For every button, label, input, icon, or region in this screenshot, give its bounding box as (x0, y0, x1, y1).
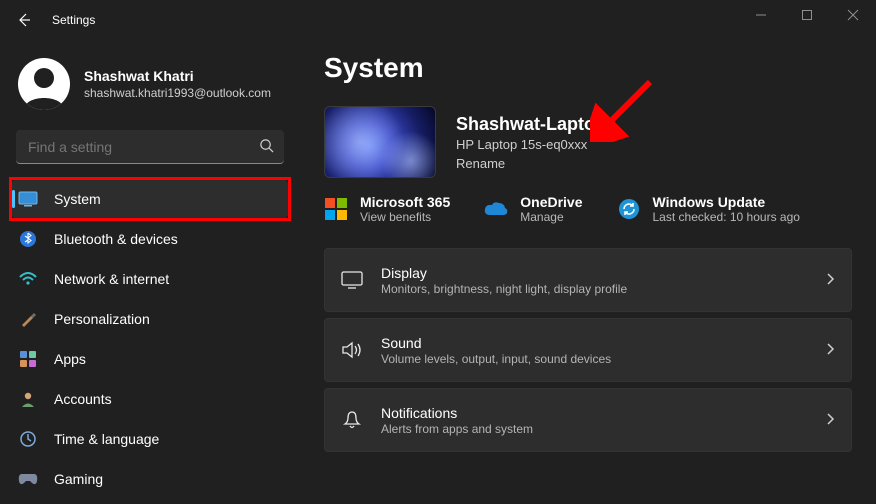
card-title: Sound (381, 335, 807, 351)
window-controls (738, 0, 876, 30)
notifications-icon (341, 409, 363, 431)
card-title: Display (381, 265, 807, 281)
sidebar-item-label: System (54, 191, 101, 207)
service-title: OneDrive (520, 194, 582, 210)
sidebar-item-label: Accounts (54, 391, 112, 407)
card-sound[interactable]: Sound Volume levels, output, input, soun… (324, 318, 852, 382)
search-wrap (16, 130, 284, 164)
service-sub: Manage (520, 210, 582, 224)
device-wallpaper-thumbnail[interactable] (324, 106, 436, 178)
service-title: Microsoft 365 (360, 194, 450, 210)
windows-update-icon (617, 197, 641, 221)
settings-cards: Display Monitors, brightness, night ligh… (324, 248, 852, 452)
bluetooth-icon (18, 229, 38, 249)
account-header[interactable]: Shashwat Khatri shashwat.khatri1993@outl… (12, 48, 288, 124)
window-title: Settings (52, 13, 95, 27)
avatar (18, 58, 70, 110)
sidebar-item-system[interactable]: System (12, 180, 288, 218)
card-sub: Volume levels, output, input, sound devi… (381, 352, 807, 366)
sidebar: Shashwat Khatri shashwat.khatri1993@outl… (0, 40, 300, 504)
service-m365[interactable]: Microsoft 365 View benefits (324, 194, 450, 224)
device-name: Shashwat-Laptop (456, 114, 606, 135)
chevron-right-icon (825, 412, 835, 429)
sidebar-item-label: Gaming (54, 471, 103, 487)
sidebar-item-label: Bluetooth & devices (54, 231, 178, 247)
account-name: Shashwat Khatri (84, 68, 271, 84)
back-button[interactable] (8, 4, 40, 36)
rename-link[interactable]: Rename (456, 156, 606, 171)
service-title: Windows Update (653, 194, 800, 210)
chevron-right-icon (825, 272, 835, 289)
card-title: Notifications (381, 405, 807, 421)
display-icon (341, 269, 363, 291)
chevron-right-icon (825, 342, 835, 359)
service-windows-update[interactable]: Windows Update Last checked: 10 hours ag… (617, 194, 800, 224)
services-row: Microsoft 365 View benefits OneDrive Man… (324, 194, 852, 224)
device-row: Shashwat-Laptop HP Laptop 15s-eq0xxx Ren… (324, 106, 852, 178)
sidebar-item-network[interactable]: Network & internet (12, 260, 288, 298)
onedrive-icon (484, 197, 508, 221)
sidebar-item-bluetooth[interactable]: Bluetooth & devices (12, 220, 288, 258)
sidebar-item-personalization[interactable]: Personalization (12, 300, 288, 338)
accounts-icon (18, 389, 38, 409)
search-input[interactable] (16, 130, 284, 164)
wifi-icon (18, 269, 38, 289)
page-title: System (324, 52, 852, 84)
service-sub: View benefits (360, 210, 450, 224)
card-sub: Alerts from apps and system (381, 422, 807, 436)
device-model: HP Laptop 15s-eq0xxx (456, 137, 606, 152)
service-onedrive[interactable]: OneDrive Manage (484, 194, 582, 224)
sidebar-item-label: Time & language (54, 431, 159, 447)
card-sub: Monitors, brightness, night light, displ… (381, 282, 807, 296)
service-sub: Last checked: 10 hours ago (653, 210, 800, 224)
sidebar-item-label: Personalization (54, 311, 150, 327)
apps-icon (18, 349, 38, 369)
sidebar-item-accounts[interactable]: Accounts (12, 380, 288, 418)
minimize-button[interactable] (738, 0, 784, 30)
sound-icon (341, 339, 363, 361)
sidebar-item-label: Network & internet (54, 271, 169, 287)
search-icon (259, 138, 274, 156)
content: System Shashwat-Laptop HP Laptop 15s-eq0… (300, 40, 876, 504)
nav-list: System Bluetooth & devices Network & int… (12, 180, 288, 498)
card-display[interactable]: Display Monitors, brightness, night ligh… (324, 248, 852, 312)
maximize-button[interactable] (784, 0, 830, 30)
gaming-icon (18, 469, 38, 489)
time-language-icon (18, 429, 38, 449)
sidebar-item-apps[interactable]: Apps (12, 340, 288, 378)
titlebar: Settings (0, 0, 876, 40)
close-button[interactable] (830, 0, 876, 30)
personalization-icon (18, 309, 38, 329)
microsoft-365-icon (324, 197, 348, 221)
sidebar-item-label: Apps (54, 351, 86, 367)
sidebar-item-time-language[interactable]: Time & language (12, 420, 288, 458)
sidebar-item-gaming[interactable]: Gaming (12, 460, 288, 498)
system-icon (18, 189, 38, 209)
card-notifications[interactable]: Notifications Alerts from apps and syste… (324, 388, 852, 452)
account-email: shashwat.khatri1993@outlook.com (84, 86, 271, 100)
